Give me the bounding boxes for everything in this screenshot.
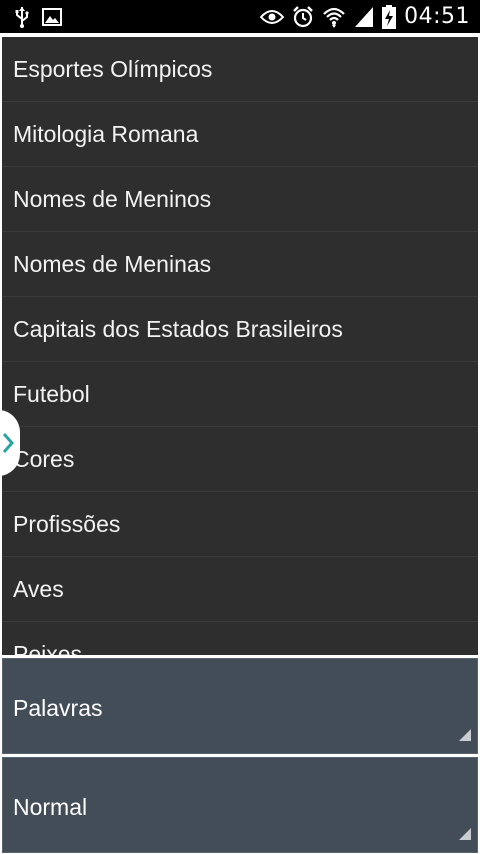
list-item[interactable]: Cores	[2, 427, 478, 492]
chevron-right-icon	[2, 432, 14, 454]
difficulty-spinner[interactable]: Normal	[2, 757, 478, 853]
usb-icon	[14, 6, 30, 28]
list-item[interactable]: Capitais dos Estados Brasileiros	[2, 297, 478, 362]
signal-icon	[354, 6, 374, 28]
list-item[interactable]: Nomes de Meninos	[2, 167, 478, 232]
list-item[interactable]: Esportes Olímpicos	[2, 37, 478, 102]
list-item[interactable]: Futebol	[2, 362, 478, 427]
mode-spinner[interactable]: Palavras	[2, 658, 478, 754]
dropdown-corner-icon	[459, 819, 471, 846]
difficulty-spinner-label: Normal	[13, 794, 88, 820]
list-item[interactable]: Mitologia Romana	[2, 102, 478, 167]
alarm-icon	[292, 6, 314, 28]
wifi-icon	[322, 6, 346, 28]
category-list[interactable]: Esportes Olímpicos Mitologia Romana Nome…	[2, 33, 478, 655]
list-item[interactable]: Aves	[2, 557, 478, 622]
eye-icon	[260, 9, 285, 25]
list-top-accent	[344, 33, 478, 37]
list-item[interactable]: Profissões	[2, 492, 478, 557]
dropdown-corner-icon	[459, 720, 471, 747]
clock-time: 04:51	[404, 4, 470, 29]
list-item[interactable]: Nomes de Meninas	[2, 232, 478, 297]
status-left-icons	[14, 6, 62, 28]
list-item[interactable]: Peixes	[2, 622, 478, 656]
image-icon	[42, 8, 62, 26]
status-bar: 04:51	[0, 0, 480, 33]
battery-charging-icon	[382, 5, 397, 29]
status-right-icons: 04:51	[260, 4, 470, 30]
mode-spinner-label: Palavras	[13, 695, 103, 721]
